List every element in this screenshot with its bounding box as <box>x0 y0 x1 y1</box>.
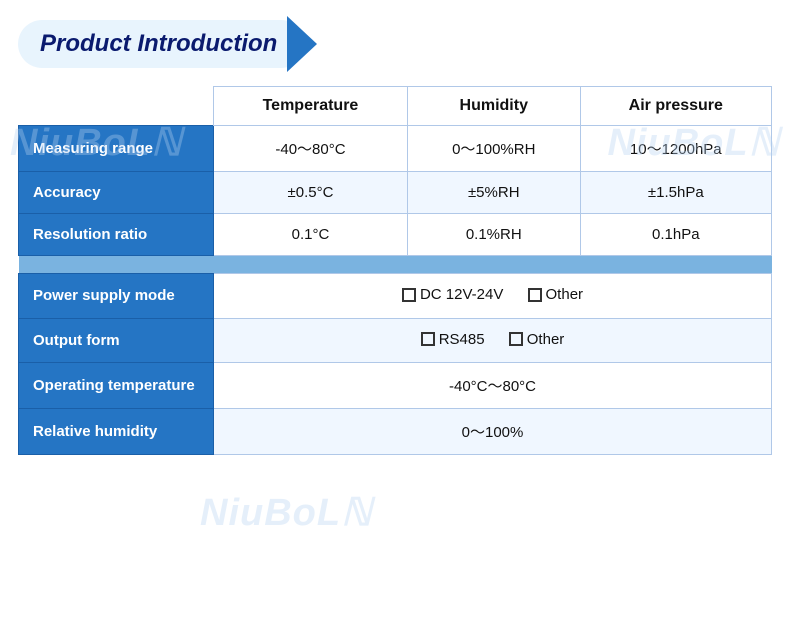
output-form-option1-label: RS485 <box>439 331 485 348</box>
page-wrapper: Product Introduction NiuBoLℕ NiuBoLℕ Niu… <box>0 0 790 629</box>
operating-temp-value: -40°C～80°C <box>214 363 772 409</box>
resolution-temp: 0.1°C <box>214 214 408 256</box>
output-form-value: RS485 Other <box>214 318 772 363</box>
checkbox-other-output[interactable] <box>509 332 523 346</box>
table-row: Operating temperature -40°C～80°C <box>19 363 772 409</box>
label-output-form: Output form <box>19 318 214 363</box>
label-accuracy: Accuracy <box>19 172 214 214</box>
output-form-option2-label: Other <box>527 331 565 348</box>
spacer-cell <box>19 256 772 274</box>
checkbox-rs485[interactable] <box>421 332 435 346</box>
power-supply-option1: DC 12V-24V <box>402 286 503 303</box>
header-temperature: Temperature <box>214 87 408 126</box>
spacer-row <box>19 256 772 274</box>
table-row: Relative humidity 0～100% <box>19 409 772 455</box>
header-air-pressure: Air pressure <box>580 87 771 126</box>
header-empty-cell <box>19 87 214 126</box>
accuracy-temp: ±0.5°C <box>214 172 408 214</box>
resolution-humidity: 0.1%RH <box>407 214 580 256</box>
resolution-pressure: 0.1hPa <box>580 214 771 256</box>
table-row: Measuring range -40～80°C 0～100%RH 10～120… <box>19 126 772 172</box>
checkbox-other-power[interactable] <box>528 288 542 302</box>
power-supply-value: DC 12V-24V Other <box>214 274 772 319</box>
power-supply-option2-label: Other <box>546 286 584 303</box>
table-row: Accuracy ±0.5°C ±5%RH ±1.5hPa <box>19 172 772 214</box>
measuring-range-temp: -40～80°C <box>214 126 408 172</box>
label-resolution: Resolution ratio <box>19 214 214 256</box>
header-humidity: Humidity <box>407 87 580 126</box>
label-power-supply: Power supply mode <box>19 274 214 319</box>
header-section: Product Introduction <box>18 20 772 68</box>
power-supply-option2: Other <box>528 286 584 303</box>
watermark-bottom: NiuBoLℕ <box>200 490 373 535</box>
specs-table: Temperature Humidity Air pressure Measur… <box>18 86 772 455</box>
accuracy-humidity: ±5%RH <box>407 172 580 214</box>
measuring-range-humidity: 0～100%RH <box>407 126 580 172</box>
relative-humidity-value: 0～100% <box>214 409 772 455</box>
label-measuring-range: Measuring range <box>19 126 214 172</box>
table-header-row: Temperature Humidity Air pressure <box>19 87 772 126</box>
table-row: Power supply mode DC 12V-24V Other <box>19 274 772 319</box>
power-supply-option1-label: DC 12V-24V <box>420 286 503 303</box>
output-form-option2: Other <box>509 331 565 348</box>
table-row: Resolution ratio 0.1°C 0.1%RH 0.1hPa <box>19 214 772 256</box>
title-badge: Product Introduction <box>18 20 305 68</box>
label-relative-humidity: Relative humidity <box>19 409 214 455</box>
label-operating-temp: Operating temperature <box>19 363 214 409</box>
table-row: Output form RS485 Other <box>19 318 772 363</box>
checkbox-dc[interactable] <box>402 288 416 302</box>
measuring-range-pressure: 10～1200hPa <box>580 126 771 172</box>
output-form-option1: RS485 <box>421 331 485 348</box>
page-title: Product Introduction <box>40 30 277 58</box>
title-arrow-decoration <box>287 16 317 72</box>
accuracy-pressure: ±1.5hPa <box>580 172 771 214</box>
